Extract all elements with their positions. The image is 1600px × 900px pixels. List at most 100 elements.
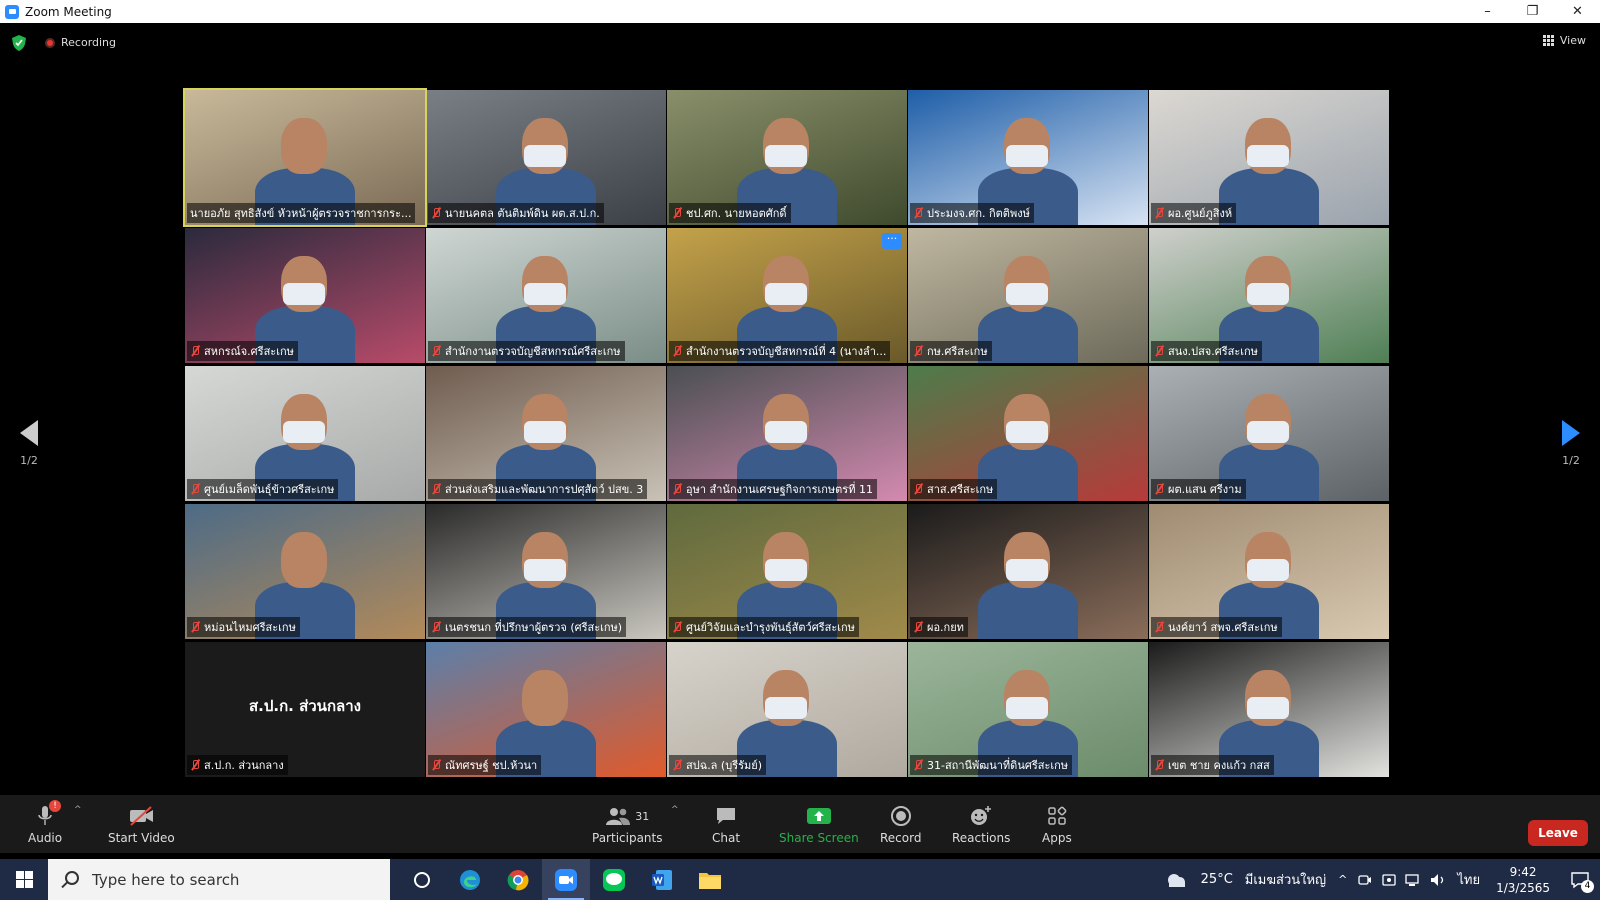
word-taskbar-button[interactable]: [638, 859, 686, 900]
participant-name-label: ผอ.ศูนย์ภูสิงห์: [1151, 203, 1237, 223]
previous-page-button[interactable]: 1/2: [18, 420, 40, 467]
participants-count: 31: [635, 809, 650, 823]
participant-name: ชป.ศก. นายหอตศักดิ์: [686, 207, 787, 220]
participant-tile[interactable]: นงค์ยาว์ สพจ.ศรีสะเกษ: [1149, 504, 1389, 639]
participant-name-label: ศูนย์วิจัยและบำรุงพันธุ์สัตว์ศรีสะเกษ: [669, 617, 859, 637]
close-button[interactable]: ✕: [1555, 0, 1600, 23]
weather-cloud-icon[interactable]: [1165, 872, 1187, 888]
participants-options-caret[interactable]: ^: [671, 805, 679, 815]
task-view-button[interactable]: [398, 859, 446, 900]
volume-icon[interactable]: [1429, 872, 1447, 888]
participant-tile[interactable]: ··· สำนักงานตรวจบัญชีสหกรณ์ที่ 4 (นางลำ..…: [667, 228, 907, 363]
chat-icon: [717, 808, 736, 824]
participant-tile[interactable]: ศูนย์เมล็ดพันธุ์ข้าวศรีสะเกษ: [185, 366, 425, 501]
weather-description[interactable]: มีเมฆส่วนใหญ่: [1245, 869, 1326, 890]
record-icon: [890, 806, 911, 826]
muted-microphone-icon: [431, 345, 441, 357]
muted-microphone-icon: [913, 207, 923, 219]
participant-tile[interactable]: เขต ชาย คงแก้ว กสส: [1149, 642, 1389, 777]
participant-tile[interactable]: นายนคตล ตันติมพ์ดิน ผต.ส.ป.ก.: [426, 90, 666, 225]
clock-time: 9:42: [1509, 864, 1537, 879]
start-button[interactable]: [0, 859, 48, 900]
taskbar-search-box[interactable]: Type here to search: [48, 859, 390, 900]
participant-tile[interactable]: ชป.ศก. นายหอตศักดิ์: [667, 90, 907, 225]
record-button[interactable]: Record: [880, 803, 921, 845]
participant-name: ศูนย์เมล็ดพันธุ์ข้าวศรีสะเกษ: [204, 483, 335, 496]
encryption-shield-icon[interactable]: [12, 35, 26, 51]
next-page-button[interactable]: 1/2: [1560, 420, 1582, 467]
participant-name-label: ณัทศรษฐ์ ชป.ห้วนา: [428, 755, 542, 775]
system-clock[interactable]: 9:42 1/3/2565: [1496, 864, 1550, 896]
share-screen-button[interactable]: Share Screen: [779, 803, 859, 845]
participant-name-label: ชป.ศก. นายหอตศักดิ์: [669, 203, 791, 223]
muted-microphone-icon: [431, 759, 441, 771]
participant-tile[interactable]: นายอภัย สุทธิสังข์ หัวหน้าผู้ตรวจราชการก…: [183, 88, 427, 227]
notification-center-button[interactable]: 4: [1560, 859, 1600, 900]
folder-icon: [699, 872, 721, 889]
start-video-button[interactable]: Start Video: [108, 803, 175, 845]
reactions-button[interactable]: Reactions: [952, 803, 1010, 845]
participant-name: กษ.ศรีสะเกษ: [927, 345, 988, 358]
video-gallery: นายอภัย สุทธิสังข์ หัวหน้าผู้ตรวจราชการก…: [183, 88, 1415, 791]
weather-temperature[interactable]: 25°C: [1201, 872, 1233, 887]
show-hidden-icons-chevron-icon[interactable]: ^: [1338, 873, 1347, 886]
participant-tile[interactable]: ณัทศรษฐ์ ชป.ห้วนา: [426, 642, 666, 777]
minimize-button[interactable]: –: [1465, 0, 1510, 23]
zoom-app-icon: [5, 4, 19, 19]
chrome-taskbar-button[interactable]: [494, 859, 542, 900]
participant-tile[interactable]: สปฉ.ล (บุรีรัมย์): [667, 642, 907, 777]
search-placeholder: Type here to search: [92, 870, 240, 889]
maximize-button[interactable]: ❐: [1510, 0, 1555, 23]
participant-tile[interactable]: 31-สถานีพัฒนาที่ดินศรีสะเกษ: [908, 642, 1148, 777]
participants-button[interactable]: 31 Participants: [592, 803, 663, 845]
participant-tile[interactable]: สนง.ปสจ.ศรีสะเกษ: [1149, 228, 1389, 363]
participant-tile[interactable]: สหกรณ์จ.ศรีสะเกษ: [185, 228, 425, 363]
input-language-indicator[interactable]: ไทย: [1457, 869, 1480, 890]
muted-microphone-icon: [672, 345, 682, 357]
participant-name: นายนคตล ตันติมพ์ดิน ผต.ส.ป.ก.: [445, 207, 600, 220]
view-button[interactable]: View: [1542, 34, 1586, 47]
meet-now-icon[interactable]: [1357, 872, 1373, 888]
participants-icon: [606, 808, 631, 825]
record-label: Record: [880, 831, 922, 845]
network-icon[interactable]: [1405, 872, 1421, 888]
view-label: View: [1559, 34, 1586, 47]
edge-taskbar-button[interactable]: [446, 859, 494, 900]
participant-tile[interactable]: อุษา สำนักงานเศรษฐกิจการเกษตรที่ 11: [667, 366, 907, 501]
participant-name: สำนักงานตรวจบัญชีสหกรณ์ที่ 4 (นางลำ...: [686, 345, 887, 358]
audio-button[interactable]: ! Audio: [28, 800, 62, 845]
participant-tile[interactable]: ผอ.กยท: [908, 504, 1148, 639]
participant-tile[interactable]: ประมงจ.ศก. กิตติพงษ์: [908, 90, 1148, 225]
participant-name-label: หม่อนไหมศรีสะเกษ: [187, 617, 300, 637]
participant-tile[interactable]: สาส.ศรีสะเกษ: [908, 366, 1148, 501]
participant-tile[interactable]: ส่วนส่งเสริมและพัฒนาการปศุสัตว์ ปสข. 3: [426, 366, 666, 501]
share-screen-label: Share Screen: [779, 831, 859, 845]
participant-name-label: ผอ.กยท: [910, 617, 968, 637]
participant-tile[interactable]: กษ.ศรีสะเกษ: [908, 228, 1148, 363]
zoom-app-taskbar-icon: [555, 868, 577, 891]
leave-button[interactable]: Leave: [1528, 820, 1588, 846]
zoom-meeting-window: Zoom Meeting – ❐ ✕ Recording View นายอภั…: [0, 0, 1600, 900]
tile-more-options-button[interactable]: ···: [882, 233, 902, 249]
file-explorer-taskbar-button[interactable]: [686, 859, 734, 900]
participant-tile[interactable]: หม่อนไหมศรีสะเกษ: [185, 504, 425, 639]
apps-button[interactable]: Apps: [1042, 803, 1072, 845]
edge-browser-icon: [460, 869, 480, 890]
participant-name-label: สำนักงานตรวจบัญชีสหกรณ์ศรีสะเกษ: [428, 341, 625, 361]
muted-microphone-icon: [913, 621, 923, 633]
participant-tile[interactable]: ผต.แสน ศรีงาม: [1149, 366, 1389, 501]
participant-tile[interactable]: ศูนย์วิจัยและบำรุงพันธุ์สัตว์ศรีสะเกษ: [667, 504, 907, 639]
tray-app-icon[interactable]: [1381, 872, 1397, 888]
participant-tile[interactable]: ผอ.ศูนย์ภูสิงห์: [1149, 90, 1389, 225]
participant-tile[interactable]: เนตรชนก ที่ปรึกษาผู้ตรวจ (ศรีสะเกษ): [426, 504, 666, 639]
zoom-taskbar-button[interactable]: [542, 859, 590, 900]
line-app-icon: [603, 868, 625, 891]
muted-microphone-icon: [672, 621, 682, 633]
participant-tile[interactable]: ส.ป.ก. ส่วนกลาง ส.ป.ก. ส่วนกลาง: [185, 642, 425, 777]
chat-button[interactable]: Chat: [712, 803, 740, 845]
participant-name-label: ศูนย์เมล็ดพันธุ์ข้าวศรีสะเกษ: [187, 479, 339, 499]
audio-options-caret[interactable]: ^: [74, 805, 82, 815]
participant-tile[interactable]: สำนักงานตรวจบัญชีสหกรณ์ศรีสะเกษ: [426, 228, 666, 363]
line-taskbar-button[interactable]: [590, 859, 638, 900]
recording-indicator[interactable]: Recording: [45, 36, 116, 49]
